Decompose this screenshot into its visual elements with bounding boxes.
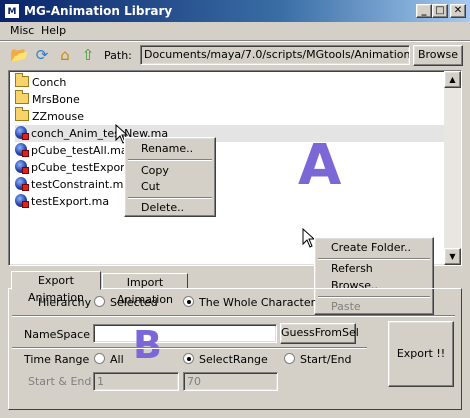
radio-icon bbox=[284, 353, 295, 364]
refresh-icon[interactable]: ⟳ bbox=[33, 46, 51, 64]
start-end-label: Start & End bbox=[28, 375, 92, 388]
maya-file-icon bbox=[15, 177, 29, 191]
menu-rename[interactable]: Rename.. bbox=[125, 141, 215, 157]
file-item[interactable]: testConstraint.ma bbox=[15, 176, 445, 193]
folder-item[interactable]: ZZmouse bbox=[15, 107, 445, 125]
radio-icon bbox=[94, 353, 105, 364]
menu-cut[interactable]: Cut bbox=[125, 179, 215, 195]
menu-separator bbox=[318, 258, 430, 260]
menu-help[interactable]: Help bbox=[41, 24, 66, 37]
hierarchy-whole-radio[interactable]: The Whole Character bbox=[183, 296, 315, 309]
menu-misc[interactable]: Misc bbox=[10, 24, 34, 37]
end-frame-input: 70 bbox=[183, 372, 278, 391]
section-divider bbox=[12, 315, 455, 317]
menu-separator bbox=[128, 197, 212, 199]
annotation-a: A bbox=[298, 133, 342, 198]
file-item[interactable]: pCube_testAll.ma bbox=[15, 142, 445, 159]
radio-icon bbox=[183, 353, 194, 364]
path-input[interactable]: Documents/maya/7.0/scripts/MGtools/Anima… bbox=[140, 45, 410, 65]
folder-item[interactable]: MrsBone bbox=[15, 90, 445, 108]
tab-export-animation[interactable]: Export Animation bbox=[11, 271, 101, 304]
section-divider bbox=[12, 347, 367, 349]
time-startend-radio[interactable]: Start/End bbox=[284, 353, 351, 366]
menu-copy[interactable]: Copy bbox=[125, 163, 215, 179]
time-all-radio[interactable]: All bbox=[94, 353, 124, 366]
menu-bar: Misc Help bbox=[0, 22, 470, 40]
file-item[interactable]: pCube_testExportSel bbox=[15, 159, 445, 176]
radio-label: All bbox=[110, 353, 124, 366]
namespace-input[interactable] bbox=[93, 324, 277, 343]
vertical-scrollbar[interactable]: ▲ ▼ bbox=[444, 71, 461, 265]
folder-icon bbox=[15, 107, 29, 121]
folder-label: MrsBone bbox=[32, 93, 80, 106]
browse-button[interactable]: Browse bbox=[413, 45, 463, 66]
radio-label: The Whole Character bbox=[199, 296, 316, 309]
app-icon: M bbox=[4, 3, 20, 19]
path-label: Path: bbox=[104, 49, 132, 62]
tab-import-animation[interactable]: Import Animation bbox=[102, 273, 188, 306]
file-label: testExport.ma bbox=[31, 195, 110, 208]
maya-file-icon bbox=[15, 126, 29, 140]
radio-label: SelectRange bbox=[199, 353, 268, 366]
folder-label: ZZmouse bbox=[32, 110, 84, 123]
home-icon[interactable]: ⌂ bbox=[56, 46, 74, 64]
folder-icon bbox=[15, 90, 29, 104]
time-range-label: Time Range bbox=[24, 353, 90, 366]
open-folder-icon[interactable]: 📂 bbox=[10, 46, 29, 64]
file-label: testConstraint.ma bbox=[31, 178, 131, 191]
scroll-up-icon[interactable]: ▲ bbox=[444, 71, 461, 88]
menu-create-folder[interactable]: Create Folder.. bbox=[315, 240, 433, 256]
annotation-b: B bbox=[133, 323, 162, 367]
maximize-button[interactable]: □ bbox=[432, 4, 448, 18]
maya-file-icon bbox=[15, 143, 29, 157]
folder-label: Conch bbox=[32, 76, 67, 89]
radio-label: Selected bbox=[110, 296, 158, 309]
radio-icon bbox=[183, 296, 194, 307]
maya-file-icon bbox=[15, 160, 29, 174]
menu-delete[interactable]: Delete.. bbox=[125, 200, 215, 216]
maya-file-icon bbox=[15, 194, 29, 208]
menu-separator bbox=[128, 159, 212, 161]
time-selectrange-radio[interactable]: SelectRange bbox=[183, 353, 268, 366]
scroll-down-icon[interactable]: ▼ bbox=[444, 248, 461, 265]
window-title: MG-Animation Library bbox=[24, 4, 173, 18]
close-button[interactable]: ✕ bbox=[450, 4, 466, 18]
file-item[interactable]: testExport.ma bbox=[15, 193, 445, 210]
hierarchy-selected-radio[interactable]: Selected bbox=[94, 296, 158, 309]
folder-icon bbox=[15, 73, 29, 87]
file-item[interactable]: conch_Anim_testNew.ma bbox=[15, 125, 445, 142]
up-folder-icon[interactable]: ⇧ bbox=[79, 46, 97, 64]
menu-refresh[interactable]: Refersh bbox=[315, 261, 433, 277]
minimize-button[interactable]: _ bbox=[416, 4, 432, 18]
folder-item[interactable]: Conch bbox=[15, 73, 445, 91]
radio-icon bbox=[94, 296, 105, 307]
file-label: pCube_testAll.ma bbox=[31, 144, 128, 157]
namespace-label: NameSpace bbox=[24, 328, 90, 341]
file-context-menu: Rename.. Copy Cut Delete.. bbox=[124, 137, 216, 217]
radio-label: Start/End bbox=[300, 353, 352, 366]
start-frame-input: 1 bbox=[93, 372, 179, 391]
guess-from-sel-button[interactable]: GuessFromSel bbox=[280, 323, 359, 344]
export-button[interactable]: Export !! bbox=[388, 321, 454, 387]
title-bar: M MG-Animation Library _ □ ✕ bbox=[0, 0, 470, 22]
